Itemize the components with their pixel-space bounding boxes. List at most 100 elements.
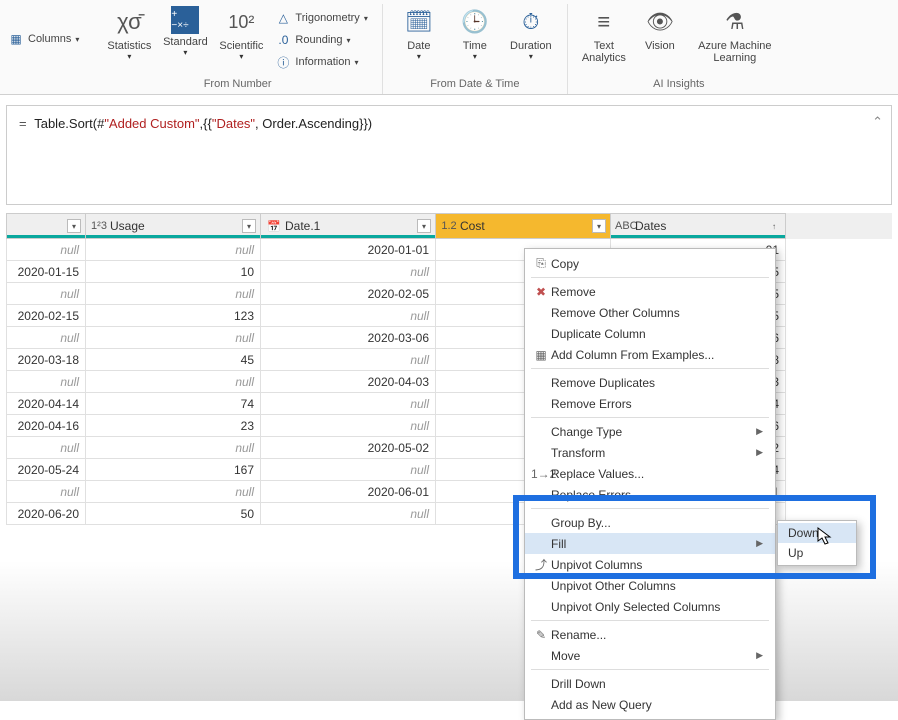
columns-button[interactable]: ▦ Columns ▾	[4, 29, 83, 49]
table-cell[interactable]: 2020-04-03	[261, 371, 436, 393]
ctx-move[interactable]: Move▶	[525, 645, 775, 666]
table-cell[interactable]: 2020-01-01	[261, 239, 436, 261]
clock-icon: 🕒	[459, 6, 491, 38]
table-cell[interactable]: null	[6, 371, 86, 393]
ctx-drill-down[interactable]: Drill Down	[525, 673, 775, 694]
table-cell[interactable]: null	[86, 239, 261, 261]
table-cell[interactable]: null	[261, 459, 436, 481]
table-cell[interactable]: 2020-02-05	[261, 283, 436, 305]
collapse-formula-icon[interactable]: ⌃	[872, 114, 883, 130]
time-button[interactable]: 🕒Time▾	[449, 4, 501, 74]
trigonometry-button[interactable]: △Trigonometry▾	[271, 8, 371, 28]
table-cell[interactable]: 2020-03-18	[6, 349, 86, 371]
table-cell[interactable]: 10	[86, 261, 261, 283]
ctx-remove-other-columns[interactable]: Remove Other Columns	[525, 302, 775, 323]
table-cell[interactable]: 50	[86, 503, 261, 525]
columns-icon: ▦	[8, 31, 24, 47]
ctx-add-as-new-query[interactable]: Add as New Query	[525, 694, 775, 715]
table-cell[interactable]: null	[6, 327, 86, 349]
ctx-unpivot-selected-columns[interactable]: Unpivot Only Selected Columns	[525, 596, 775, 617]
table-cell[interactable]: 2020-06-20	[6, 503, 86, 525]
column-header-blank[interactable]: ▾	[6, 213, 86, 239]
table-cell[interactable]: 2020-01-15	[6, 261, 86, 283]
column-header-usage[interactable]: 1²3 Usage ▾	[86, 213, 261, 239]
table-cell[interactable]: 2020-04-16	[6, 415, 86, 437]
table-cell[interactable]: null	[86, 371, 261, 393]
chevron-right-icon: ▶	[756, 426, 763, 437]
table-cell[interactable]: null	[261, 415, 436, 437]
ctx-change-type[interactable]: Change Type▶	[525, 421, 775, 442]
ctx-group-by[interactable]: Group By...	[525, 512, 775, 533]
int-type-icon: 1²3	[90, 220, 108, 232]
text-analytics-icon: ≡	[588, 6, 620, 38]
examples-icon: ▦	[531, 348, 551, 362]
table-cell[interactable]: null	[6, 239, 86, 261]
ctx-replace-values[interactable]: 1→2Replace Values...	[525, 463, 775, 484]
duration-button[interactable]: ⏱Duration▾	[505, 4, 557, 74]
ribbon-group-ai-insights: ≡Text Analytics 👁Vision ⚗Azure Machine L…	[568, 4, 790, 94]
table-cell[interactable]: null	[86, 437, 261, 459]
table-cell[interactable]: null	[6, 283, 86, 305]
table-cell[interactable]: null	[6, 481, 86, 503]
table-cell[interactable]: 74	[86, 393, 261, 415]
azure-ml-button[interactable]: ⚗Azure Machine Learning	[690, 4, 780, 74]
filter-icon[interactable]: ▾	[417, 219, 431, 233]
sigma-icon: χσ̄	[113, 6, 145, 38]
ctx-unpivot-other-columns[interactable]: Unpivot Other Columns	[525, 575, 775, 596]
column-header-dates[interactable]: ABC Dates ↑	[611, 213, 786, 239]
filter-icon[interactable]: ▾	[242, 219, 256, 233]
calendar-icon: 🗓	[403, 6, 435, 38]
ctx-transform[interactable]: Transform▶	[525, 442, 775, 463]
date-button[interactable]: 🗓Date▾	[393, 4, 445, 74]
ctx-add-column-from-examples[interactable]: ▦Add Column From Examples...	[525, 344, 775, 365]
sort-asc-icon[interactable]: ↑	[767, 219, 781, 233]
table-cell[interactable]: 2020-06-01	[261, 481, 436, 503]
table-cell[interactable]: 2020-03-06	[261, 327, 436, 349]
table-cell[interactable]: 2020-05-24	[6, 459, 86, 481]
table-cell[interactable]: 167	[86, 459, 261, 481]
table-cell[interactable]: 23	[86, 415, 261, 437]
formula-bar[interactable]: = Table.Sort(#"Added Custom",{{"Dates", …	[6, 105, 892, 205]
columns-label: Columns	[28, 33, 71, 45]
table-cell[interactable]: null	[261, 261, 436, 283]
table-cell[interactable]: 2020-02-15	[6, 305, 86, 327]
duration-icon: ⏱	[515, 6, 547, 38]
ctx-duplicate-column[interactable]: Duplicate Column	[525, 323, 775, 344]
rounding-button[interactable]: .0Rounding▾	[271, 30, 371, 50]
ctx-copy[interactable]: ⎘Copy	[525, 253, 775, 274]
table-cell[interactable]: null	[261, 393, 436, 415]
information-button[interactable]: ⓘInformation▾	[271, 52, 371, 72]
vision-button[interactable]: 👁Vision	[634, 4, 686, 74]
ctx-replace-errors[interactable]: Replace Errors...	[525, 484, 775, 505]
table-cell[interactable]: null	[86, 283, 261, 305]
ctx-unpivot-columns[interactable]: ⤴Unpivot Columns	[525, 554, 775, 575]
ctx-remove-duplicates[interactable]: Remove Duplicates	[525, 372, 775, 393]
table-cell[interactable]: null	[86, 327, 261, 349]
table-cell[interactable]: 123	[86, 305, 261, 327]
filter-icon[interactable]: ▾	[592, 219, 606, 233]
fill-submenu: Down Up	[777, 520, 857, 566]
standard-button[interactable]: +−×÷ Standard ▾	[159, 4, 211, 74]
ctx-remove-errors[interactable]: Remove Errors	[525, 393, 775, 414]
table-cell[interactable]: null	[261, 305, 436, 327]
table-cell[interactable]: null	[86, 481, 261, 503]
statistics-button[interactable]: χσ̄ Statistics ▾	[103, 4, 155, 74]
table-cell[interactable]: 45	[86, 349, 261, 371]
table-cell[interactable]: 2020-04-14	[6, 393, 86, 415]
table-cell[interactable]: 2020-05-02	[261, 437, 436, 459]
text-analytics-button[interactable]: ≡Text Analytics	[578, 4, 630, 74]
column-header-cost[interactable]: 1.2 Cost ▾	[436, 213, 611, 239]
ctx-fill[interactable]: Fill▶	[525, 533, 775, 554]
column-header-date1[interactable]: 📅 Date.1 ▾	[261, 213, 436, 239]
filter-icon[interactable]: ▾	[67, 219, 81, 233]
ctx-remove[interactable]: ✖Remove	[525, 281, 775, 302]
group-label-from-datetime: From Date & Time	[430, 78, 519, 92]
scientific-button[interactable]: 10² Scientific ▾	[215, 4, 267, 74]
table-cell[interactable]: null	[6, 437, 86, 459]
ctx-rename[interactable]: ✎Rename...	[525, 624, 775, 645]
ribbon-group-from-number: χσ̄ Statistics ▾ +−×÷ Standard ▾ 10² Sci…	[93, 4, 382, 94]
fill-down[interactable]: Down	[778, 523, 856, 543]
table-cell[interactable]: null	[261, 349, 436, 371]
table-cell[interactable]: null	[261, 503, 436, 525]
fill-up[interactable]: Up	[778, 543, 856, 563]
